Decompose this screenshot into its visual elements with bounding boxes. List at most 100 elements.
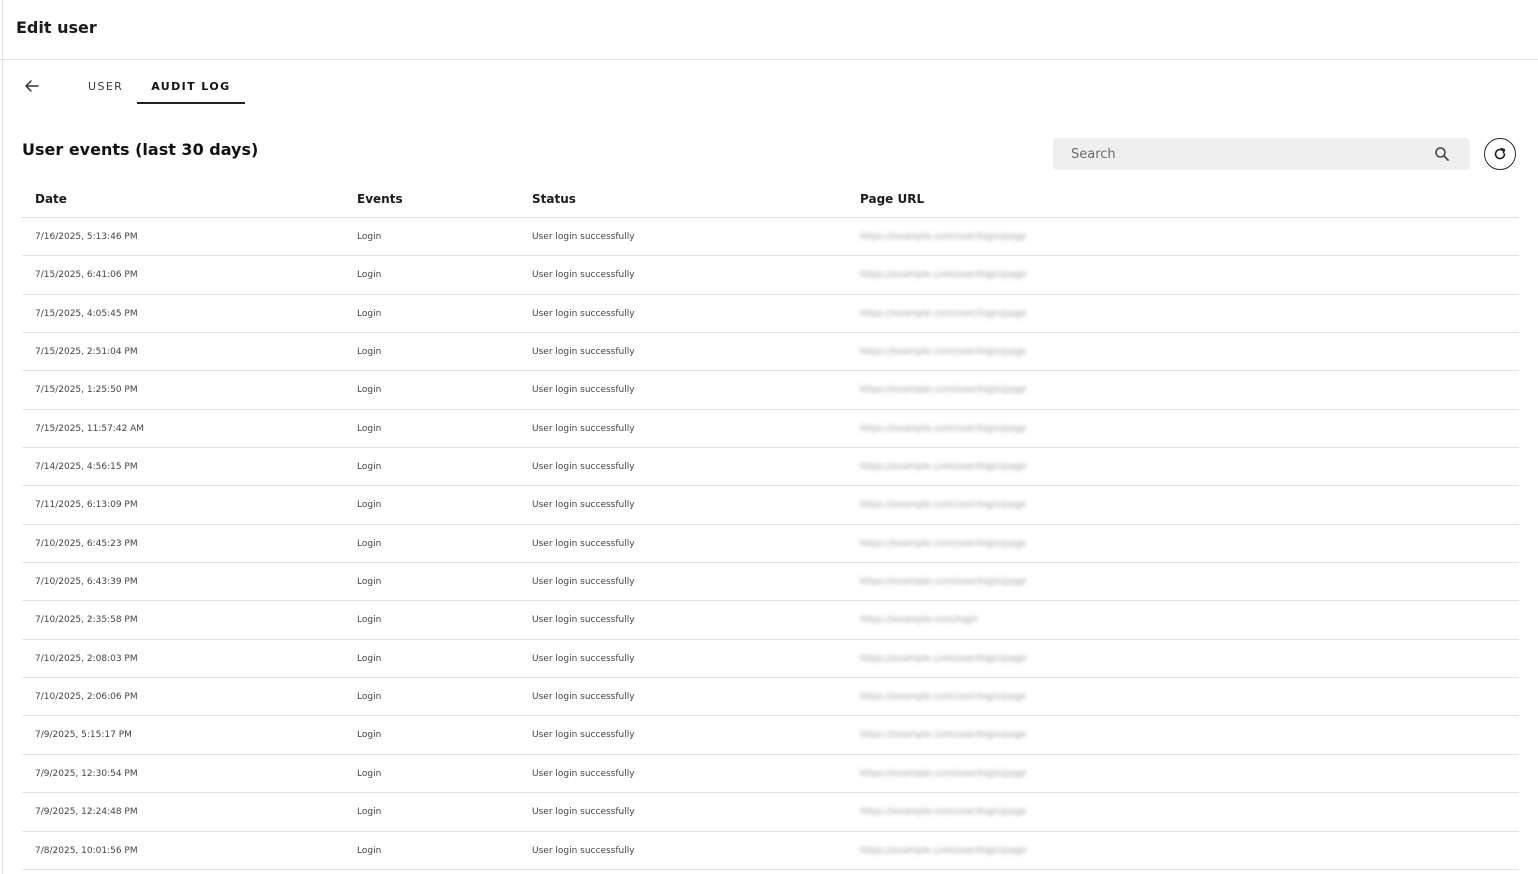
cell-date: 7/9/2025, 12:24:48 PM — [35, 807, 138, 818]
column-header-date[interactable]: Date — [35, 192, 67, 206]
cell-page-url: https://example.com/user/login/page — [845, 409, 1120, 448]
cell-page-url: https://example.com/user/login/page — [845, 256, 1120, 294]
cell-page-url: https://example.com/user/login/page — [845, 218, 1120, 256]
cell-date: 7/9/2025, 5:15:17 PM — [35, 730, 132, 741]
section-title: User events (last 30 days) — [22, 140, 259, 159]
cell-event: Login — [357, 538, 382, 549]
table-row[interactable]: 7/8/2025, 10:01:56 PM Login User login suc… — [22, 831, 1519, 870]
cell-date: 7/14/2025, 4:56:15 PM — [35, 462, 138, 473]
refresh-icon — [1494, 147, 1506, 160]
cell-status: User login successfully — [532, 308, 635, 319]
cell-status: User login successfully — [532, 730, 635, 741]
cell-date: 7/10/2025, 2:35:58 PM — [35, 615, 138, 626]
cell-page-url: https://example.com/user/login/page — [845, 448, 1120, 486]
table-row[interactable]: 7/15/2025, 4:05:45 PM Login User login suc… — [22, 294, 1519, 334]
cell-event: Login — [357, 270, 382, 281]
table-row[interactable]: 7/9/2025, 12:24:48 PM Login User login suc… — [22, 793, 1519, 832]
page-left-border — [2, 0, 3, 874]
cell-status: User login successfully — [532, 500, 635, 511]
page-url-text: https://example.com/user/login/page — [860, 538, 1027, 549]
page-url-text: https://example.com/user/login/page — [860, 385, 1027, 396]
page-header: Edit user — [0, 0, 1538, 60]
cell-event: Login — [357, 577, 382, 588]
back-button[interactable] — [22, 76, 42, 96]
page-url-text: https://example.com/user/login/page — [860, 692, 1027, 703]
cell-status: User login successfully — [532, 270, 635, 281]
cell-status: User login successfully — [532, 462, 635, 473]
cell-page-url: https://example.com/user/login/page — [845, 486, 1120, 524]
cell-status: User login successfully — [532, 692, 635, 703]
cell-date: 7/8/2025, 10:01:56 PM — [35, 845, 138, 856]
table-row[interactable]: 7/14/2025, 4:56:15 PM Login User login suc… — [22, 448, 1519, 487]
cell-status: User login successfully — [532, 768, 635, 779]
cell-date: 7/15/2025, 4:05:45 PM — [35, 308, 138, 319]
cell-status: User login successfully — [532, 232, 635, 242]
table-row[interactable]: 7/9/2025, 12:30:54 PM Login User login suc… — [22, 754, 1519, 794]
cell-date: 7/10/2025, 2:08:03 PM — [35, 653, 138, 664]
cell-page-url: https://example.com/user/login/page — [845, 793, 1120, 831]
cell-event: Login — [357, 615, 382, 626]
table-body: 7/16/2025, 5:13:46 PM Login User login suc… — [22, 218, 1519, 870]
audit-log-table: Date Events Status Page URL 7/16/2025, 5… — [22, 180, 1519, 870]
page-title: Edit user — [16, 18, 97, 37]
refresh-button[interactable] — [1484, 138, 1516, 170]
tab-user[interactable]: USER — [74, 70, 137, 104]
table-row[interactable]: 7/15/2025, 11:57:42 AM Login User login su… — [22, 409, 1519, 449]
column-header-page-url[interactable]: Page URL — [860, 192, 924, 206]
cell-page-url: https://example.com/user/login/page — [845, 371, 1120, 409]
tab-bar: USER AUDIT LOG — [74, 70, 245, 104]
cell-status: User login successfully — [532, 845, 635, 856]
table-row[interactable]: 7/15/2025, 1:25:50 PM Login User login suc… — [22, 371, 1519, 410]
table-row[interactable]: 7/15/2025, 6:41:06 PM Login User login suc… — [22, 256, 1519, 295]
cell-event: Login — [357, 653, 382, 664]
page-url-text: https://example.com/user/login/page — [860, 423, 1027, 434]
arrow-left-icon — [25, 80, 39, 92]
column-header-events[interactable]: Events — [357, 192, 403, 206]
cell-page-url: https://example.com/user/login/page — [845, 563, 1120, 601]
cell-event: Login — [357, 730, 382, 741]
page-url-text: https://example.com/user/login/page — [860, 500, 1027, 511]
cell-event: Login — [357, 347, 382, 358]
page-url-text: https://example.com/user/login/page — [860, 653, 1027, 664]
cell-date: 7/9/2025, 12:30:54 PM — [35, 768, 138, 779]
search-input[interactable] — [1053, 138, 1459, 170]
table-row[interactable]: 7/10/2025, 6:45:23 PM Login User login suc… — [22, 524, 1519, 564]
cell-status: User login successfully — [532, 423, 635, 434]
table-row[interactable]: 7/10/2025, 2:06:06 PM Login User login suc… — [22, 678, 1519, 717]
search-box — [1053, 138, 1470, 170]
cell-status: User login successfully — [532, 615, 635, 626]
table-row[interactable]: 7/16/2025, 5:13:46 PM Login User login suc… — [22, 218, 1519, 257]
cell-page-url: https://example.com/login — [845, 601, 1120, 639]
cell-date: 7/11/2025, 6:13:09 PM — [35, 500, 138, 511]
tab-audit-log[interactable]: AUDIT LOG — [137, 70, 245, 104]
page-url-text: https://example.com/user/login/page — [860, 577, 1027, 588]
table-row[interactable]: 7/11/2025, 6:13:09 PM Login User login suc… — [22, 486, 1519, 525]
page-url-text: https://example.com/user/login/page — [860, 232, 1027, 242]
cell-date: 7/10/2025, 6:43:39 PM — [35, 577, 138, 588]
search-icon[interactable] — [1434, 146, 1450, 162]
cell-event: Login — [357, 308, 382, 319]
table-header: Date Events Status Page URL — [22, 180, 1519, 218]
cell-date: 7/15/2025, 11:57:42 AM — [35, 423, 145, 434]
cell-status: User login successfully — [532, 577, 635, 588]
cell-event: Login — [357, 692, 382, 703]
cell-date: 7/15/2025, 2:51:04 PM — [35, 347, 138, 358]
cell-page-url: https://example.com/user/login/page — [845, 294, 1120, 333]
page-url-text: https://example.com/user/login/page — [860, 462, 1027, 473]
cell-event: Login — [357, 423, 382, 434]
cell-page-url: https://example.com/user/login/page — [845, 333, 1120, 371]
page-url-text: https://example.com/user/login/page — [860, 807, 1027, 818]
cell-event: Login — [357, 500, 382, 511]
table-row[interactable]: 7/15/2025, 2:51:04 PM Login User login suc… — [22, 333, 1519, 372]
cell-date: 7/15/2025, 1:25:50 PM — [35, 385, 138, 396]
cell-page-url: https://example.com/user/login/page — [845, 639, 1120, 678]
column-header-status[interactable]: Status — [532, 192, 576, 206]
cell-page-url: https://example.com/user/login/page — [845, 754, 1120, 793]
table-row[interactable]: 7/10/2025, 6:43:39 PM Login User login suc… — [22, 563, 1519, 602]
page-url-text: https://example.com/user/login/page — [860, 768, 1027, 779]
cell-event: Login — [357, 845, 382, 856]
table-row[interactable]: 7/10/2025, 2:35:58 PM Login User login suc… — [22, 601, 1519, 640]
table-row[interactable]: 7/9/2025, 5:15:17 PM Login User login succ… — [22, 716, 1519, 755]
cell-status: User login successfully — [532, 347, 635, 358]
table-row[interactable]: 7/10/2025, 2:08:03 PM Login User login suc… — [22, 639, 1519, 679]
